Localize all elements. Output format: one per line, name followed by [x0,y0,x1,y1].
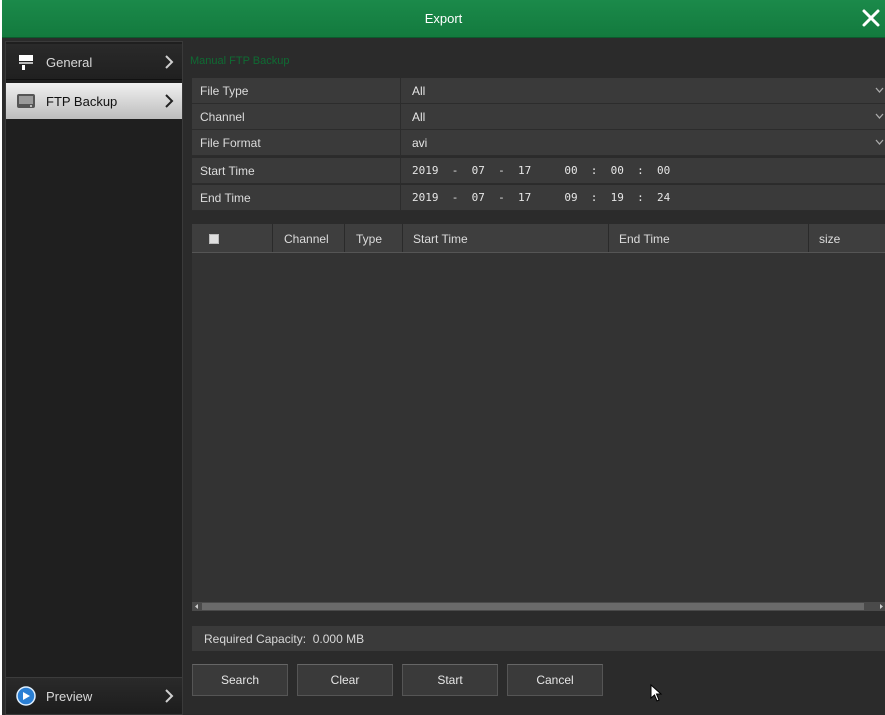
sidebar-item-preview[interactable]: Preview [6,677,182,713]
column-divider [272,224,273,252]
start-time-input[interactable]: 2019 - 07 - 17 00 : 00 : 00 [412,164,670,177]
divider [400,78,401,103]
search-button[interactable]: Search [192,664,288,696]
file-format-label: File Format [200,136,261,150]
required-capacity-text: Required Capacity: 0.000 MB [204,632,365,646]
start-button[interactable]: Start [402,664,498,696]
column-header-start-time[interactable]: Start Time [413,232,468,246]
column-header-type[interactable]: Type [356,232,382,246]
column-header-size[interactable]: size [819,232,840,246]
mouse-cursor-icon [650,684,663,702]
sidebar-item-ftp-backup[interactable]: FTP Backup [6,83,182,119]
window-title: Export [424,11,463,26]
title-bar: Export [2,0,885,38]
select-all-checkbox[interactable] [209,234,219,244]
column-header-end-time[interactable]: End Time [619,232,670,246]
file-format-row: File Format avi [192,130,885,156]
scrollbar-thumb[interactable] [202,603,864,610]
sidebar-item-label: General [46,55,93,70]
export-window: Export General FTP Backup Preview Manual… [2,0,885,715]
channel-label: Channel [200,110,245,124]
chevron-right-icon [165,689,174,703]
sidebar-item-label: Preview [46,689,93,704]
end-time-input[interactable]: 2019 - 07 - 17 09 : 19 : 24 [412,191,670,204]
file-type-row: File Type All [192,78,885,104]
clear-button[interactable]: Clear [297,664,393,696]
cancel-button[interactable]: Cancel [507,664,603,696]
channel-row: Channel All [192,104,885,130]
channel-select[interactable]: All [412,110,425,124]
server-icon [19,55,33,70]
column-header-channel[interactable]: Channel [284,232,329,246]
content-panel: Manual FTP Backup File Type All Channel … [184,41,885,713]
scroll-left-icon[interactable] [194,604,199,609]
scroll-right-icon[interactable] [879,604,884,609]
column-divider [402,224,403,252]
divider [400,130,401,155]
hard-drive-icon [17,94,35,108]
sidebar-item-label: FTP Backup [46,94,118,109]
file-table: Channel Type Start Time End Time size [192,224,885,604]
column-divider [808,224,809,252]
close-icon[interactable] [859,6,883,30]
sidebar: General FTP Backup Preview [5,41,183,715]
end-time-label: End Time [200,191,251,205]
section-title: Manual FTP Backup [190,55,290,67]
column-divider [608,224,609,252]
start-time-row: Start Time 2019 - 07 - 17 00 : 00 : 00 [192,158,885,184]
file-type-label: File Type [200,84,249,98]
start-time-label: Start Time [200,164,255,178]
chevron-right-icon [165,55,174,69]
divider [400,158,401,183]
chevron-down-icon[interactable] [875,87,884,93]
divider [400,104,401,129]
table-header: Channel Type Start Time End Time size [192,224,885,253]
chevron-down-icon[interactable] [875,139,884,145]
preview-icon [16,686,36,706]
sidebar-item-general[interactable]: General [6,44,182,80]
chevron-down-icon[interactable] [875,113,884,119]
column-divider [344,224,345,252]
horizontal-scrollbar[interactable] [192,602,885,611]
end-time-row: End Time 2019 - 07 - 17 09 : 19 : 24 [192,185,885,211]
file-type-select[interactable]: All [412,84,425,98]
file-format-select[interactable]: avi [412,136,427,150]
required-capacity-bar: Required Capacity: 0.000 MB [192,626,885,651]
divider [400,185,401,210]
chevron-right-icon [165,94,174,108]
